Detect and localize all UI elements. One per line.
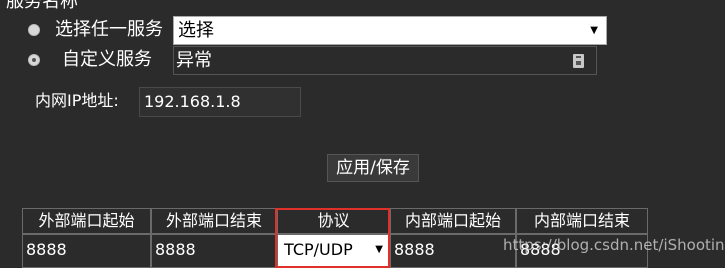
- custom-service-input[interactable]: 异常: [173, 46, 597, 75]
- chevron-down-icon: ▼: [590, 25, 598, 36]
- custom-service-label: 自定义服务: [62, 49, 152, 70]
- watermark: https://blog.csdn.net/iShooting: [503, 236, 725, 254]
- chevron-down-icon: ▼: [375, 244, 383, 255]
- radio-custom-service[interactable]: [28, 54, 40, 66]
- ip-address-input[interactable]: 192.168.1.8: [139, 87, 301, 117]
- protocol-select[interactable]: TCP/UDP ▼: [277, 234, 390, 268]
- header-protocol: 协议: [277, 208, 390, 234]
- radio-select-any-service[interactable]: [28, 24, 40, 36]
- header-int-port-start: 内部端口起始: [390, 208, 516, 234]
- service-select-value: 选择: [178, 20, 214, 41]
- ext-port-start-input[interactable]: 8888: [22, 234, 151, 268]
- header-ext-port-end: 外部端口结束: [151, 208, 277, 234]
- keyboard-icon: [573, 54, 584, 68]
- select-any-service-label: 选择任一服务: [55, 19, 163, 40]
- header-int-port-end: 内部端口结束: [516, 208, 648, 234]
- int-port-start-input[interactable]: 8888: [390, 234, 516, 268]
- header-ext-port-start: 外部端口起始: [22, 208, 151, 234]
- protocol-select-value: TCP/UDP: [284, 240, 353, 259]
- custom-service-value: 异常: [176, 50, 212, 71]
- ext-port-end-input[interactable]: 8888: [151, 234, 277, 268]
- ip-address-label: 内网IP地址:: [35, 91, 119, 110]
- service-name-label: 服务名称: [6, 0, 78, 12]
- apply-save-button[interactable]: 应用/保存: [327, 154, 419, 182]
- service-select[interactable]: 选择 ▼: [173, 16, 607, 45]
